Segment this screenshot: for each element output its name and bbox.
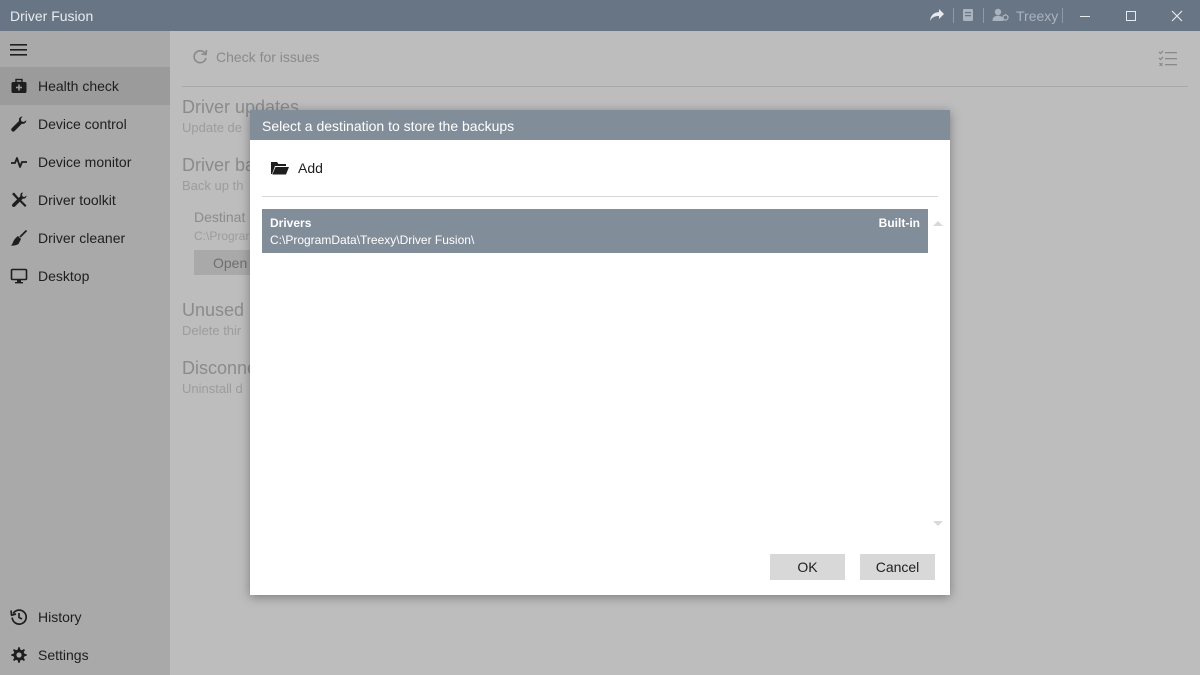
sidebar: Health check Device control Device monit… xyxy=(0,31,170,675)
folder-open-icon xyxy=(271,162,289,175)
book-icon[interactable] xyxy=(962,6,974,24)
built-in-badge: Built-in xyxy=(878,216,920,230)
minimize-icon xyxy=(1080,15,1090,17)
section-subtitle: Back up th xyxy=(182,178,244,193)
sidebar-item-driver-toolkit[interactable]: Driver toolkit xyxy=(0,181,170,219)
sidebar-item-history[interactable]: History xyxy=(0,598,170,636)
title-separator xyxy=(953,8,954,23)
section-subtitle: Uninstall d xyxy=(182,381,243,396)
ok-button[interactable]: OK xyxy=(770,554,845,580)
sidebar-item-driver-cleaner[interactable]: Driver cleaner xyxy=(0,219,170,257)
sidebar-item-label: Settings xyxy=(38,647,89,663)
history-icon xyxy=(10,608,28,626)
refresh-icon xyxy=(193,49,208,64)
destination-name: Drivers xyxy=(270,216,312,230)
scroll-up-icon[interactable] xyxy=(932,214,944,232)
hamburger-icon xyxy=(10,44,27,56)
user-name[interactable]: Treexy xyxy=(1016,8,1058,24)
check-issues-label: Check for issues xyxy=(216,49,320,65)
gear-icon xyxy=(10,646,28,664)
dialog-title: Select a destination to store the backup… xyxy=(262,118,515,134)
maximize-button[interactable] xyxy=(1108,0,1154,31)
pulse-icon xyxy=(10,153,28,171)
monitor-icon xyxy=(10,267,28,285)
app-title: Driver Fusion xyxy=(10,8,94,24)
dialog-divider xyxy=(262,196,938,197)
section-subtitle: Delete thir xyxy=(182,323,242,338)
section-title: Driver ba xyxy=(182,155,256,175)
sidebar-item-label: Device monitor xyxy=(38,154,132,170)
tools-icon xyxy=(10,191,28,209)
section-title: Disconne xyxy=(182,358,258,378)
sidebar-item-label: Driver toolkit xyxy=(38,192,116,208)
close-icon xyxy=(1171,10,1183,21)
toolbar-divider xyxy=(182,86,1188,87)
add-label: Add xyxy=(298,160,323,176)
sidebar-item-label: Health check xyxy=(38,78,119,94)
sidebar-item-device-control[interactable]: Device control xyxy=(0,105,170,143)
backup-destination-dialog: Select a destination to store the backup… xyxy=(250,110,950,595)
sidebar-item-settings[interactable]: Settings xyxy=(0,636,170,674)
close-button[interactable] xyxy=(1154,0,1200,31)
destination-label: Destinat xyxy=(194,209,246,225)
sidebar-item-desktop[interactable]: Desktop xyxy=(0,257,170,295)
title-bar: Driver Fusion Treexy xyxy=(0,0,1200,31)
destination-item-path: C:\ProgramData\Treexy\Driver Fusion\ xyxy=(270,233,475,247)
sidebar-item-label: Desktop xyxy=(38,268,90,284)
hamburger-menu-button[interactable] xyxy=(9,41,29,59)
share-icon[interactable] xyxy=(929,6,945,24)
title-separator xyxy=(983,8,984,23)
section-title: Unused xyxy=(182,300,245,320)
destination-list: Drivers C:\ProgramData\Treexy\Driver Fus… xyxy=(262,209,928,529)
section-subtitle: Update de xyxy=(182,120,242,135)
checklist-icon[interactable] xyxy=(1158,49,1178,72)
sidebar-item-label: Driver cleaner xyxy=(38,230,126,246)
list-item[interactable]: Drivers C:\ProgramData\Treexy\Driver Fus… xyxy=(262,209,928,253)
scroll-down-icon[interactable] xyxy=(932,515,944,533)
broom-icon xyxy=(10,229,28,247)
maximize-icon xyxy=(1126,10,1136,21)
sidebar-item-device-monitor[interactable]: Device monitor xyxy=(0,143,170,181)
cancel-button[interactable]: Cancel xyxy=(860,554,935,580)
destination-path: C:\Prograr xyxy=(194,229,250,243)
add-destination-button[interactable]: Add xyxy=(270,157,323,179)
wrench-icon xyxy=(10,115,28,133)
minimize-button[interactable] xyxy=(1062,0,1108,31)
sidebar-item-label: History xyxy=(38,609,82,625)
sidebar-item-health-check[interactable]: Health check xyxy=(0,67,170,105)
user-icon[interactable] xyxy=(992,6,1010,24)
dialog-header: Select a destination to store the backup… xyxy=(250,110,950,140)
sidebar-item-label: Device control xyxy=(38,116,127,132)
first-aid-kit-icon xyxy=(10,77,28,95)
check-issues-button[interactable]: Check for issues xyxy=(192,49,319,65)
